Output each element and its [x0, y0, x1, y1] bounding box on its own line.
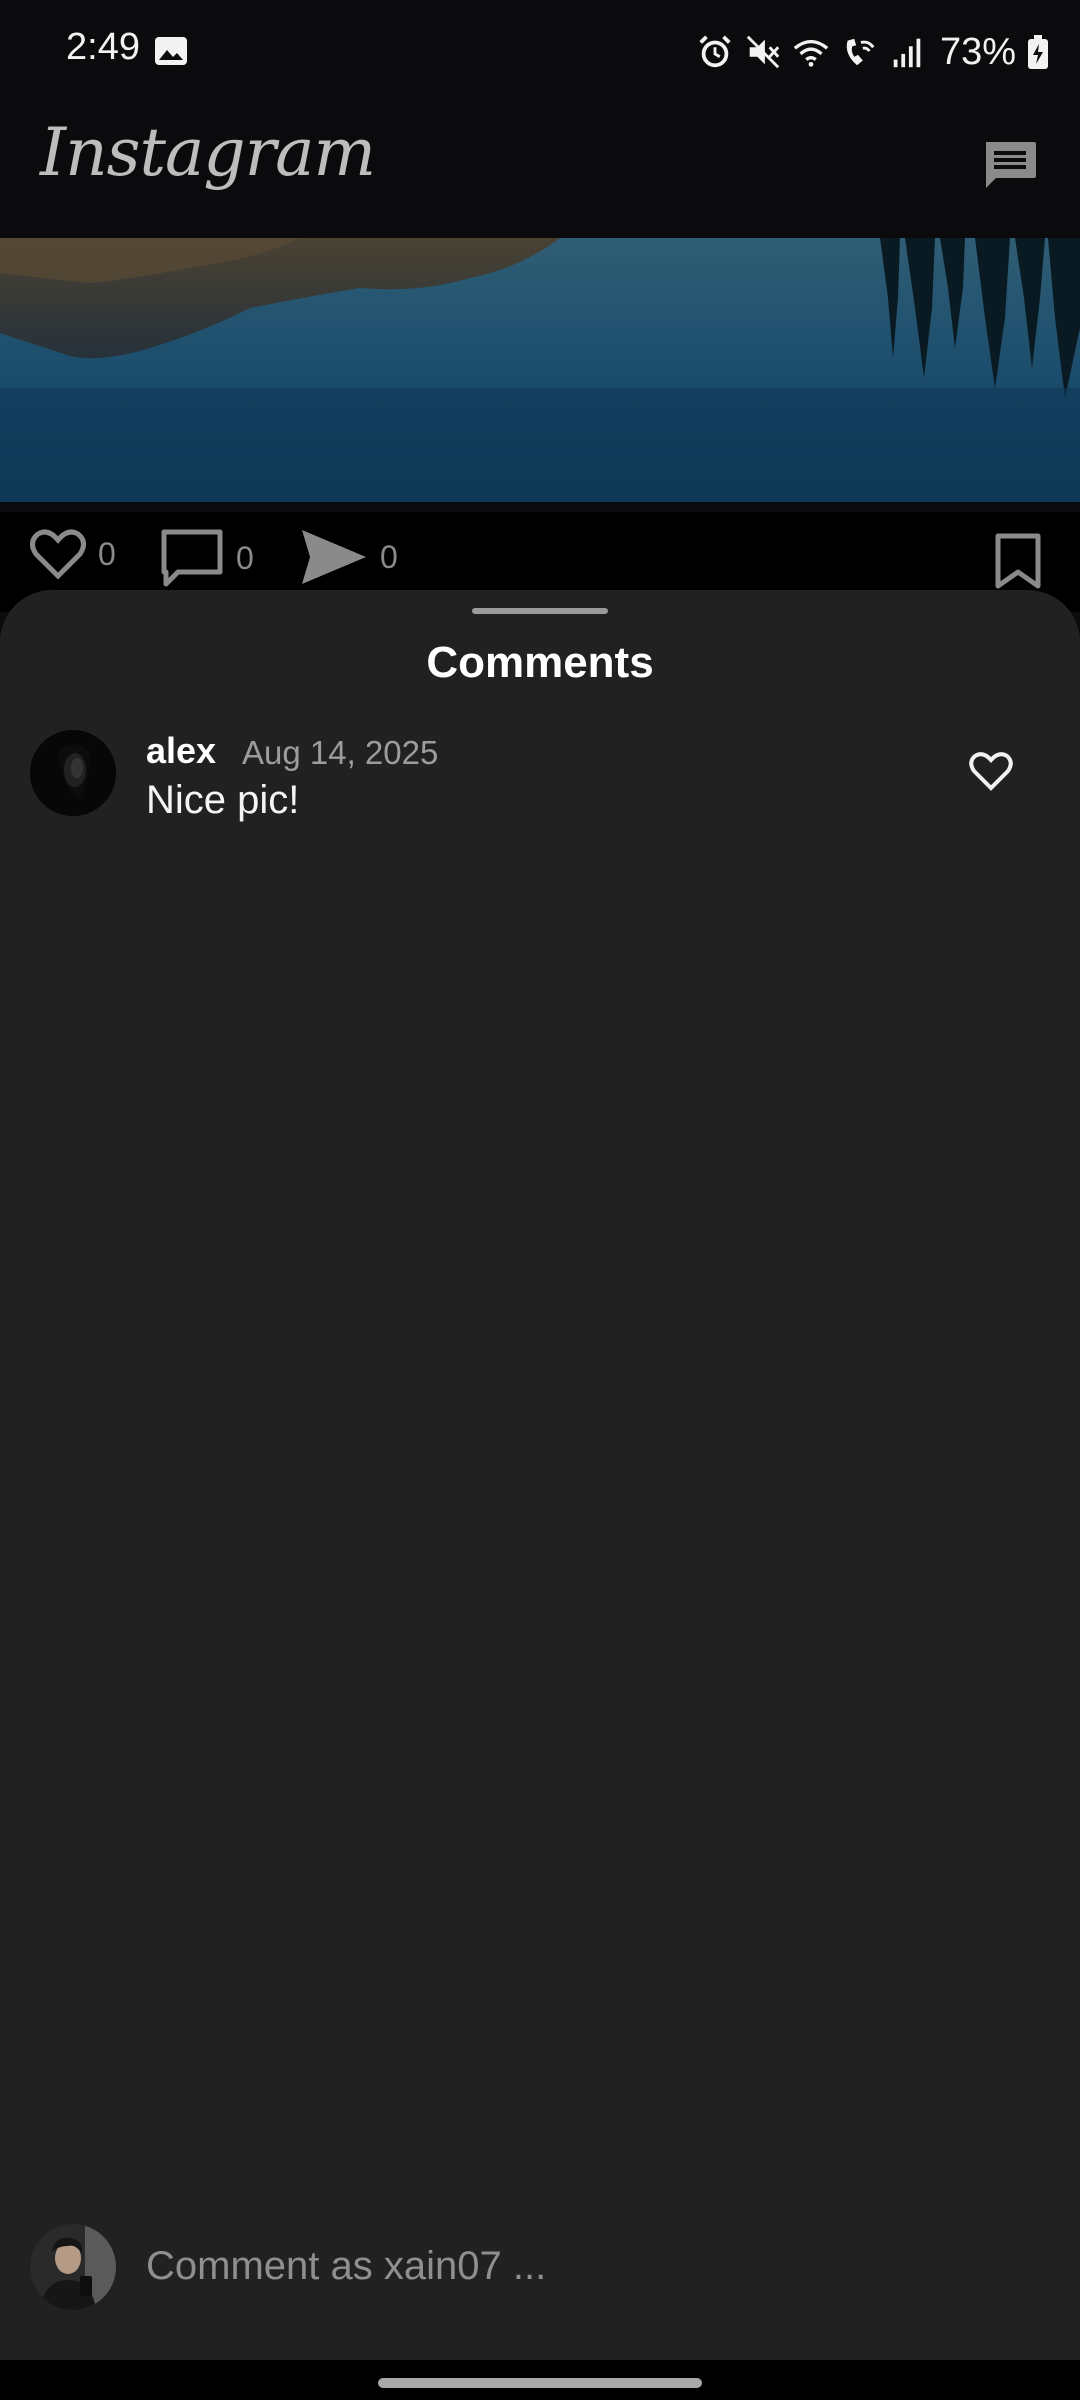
comments-sheet: Comments alex Aug 14, 2025 Nice pic!: [0, 590, 1080, 2400]
gallery-icon: [155, 37, 187, 65]
wifi-calling-icon: [846, 38, 875, 66]
system-nav-bar: [0, 2360, 1080, 2400]
avatar[interactable]: [30, 730, 116, 816]
my-avatar: [30, 2224, 116, 2310]
sheet-title: Comments: [426, 638, 654, 687]
heart-outline-icon: [30, 529, 86, 580]
comment-action[interactable]: 0: [160, 528, 254, 588]
comment-date: Aug 14, 2025: [242, 734, 439, 771]
screen: 2:49 73% Instagram 0 0 0 Comments alex A…: [0, 0, 1080, 2400]
my-avatar-image: [30, 2224, 116, 2310]
comment-item: alex Aug 14, 2025 Nice pic!: [0, 730, 1080, 840]
alarm-icon: [699, 35, 731, 68]
app-header: Instagram: [0, 104, 1080, 238]
likes-count: 0: [98, 535, 116, 572]
signal-icon: [893, 38, 921, 68]
heart-icon[interactable]: [968, 750, 1014, 792]
comment-input[interactable]: [146, 2236, 1026, 2296]
comment-username[interactable]: alex: [146, 730, 216, 772]
battery-charging-icon: [1028, 35, 1048, 69]
send-icon: [302, 530, 366, 584]
avatar-image: [30, 730, 116, 816]
sheet-drag-handle[interactable]: [472, 608, 608, 614]
bookmark-icon[interactable]: [994, 532, 1042, 590]
status-icons: 73%: [696, 30, 1050, 74]
battery-percent: 73%: [939, 30, 1016, 73]
comments-count: 0: [236, 539, 254, 576]
instagram-logo: Instagram: [40, 114, 376, 191]
shares-count: 0: [380, 538, 398, 575]
share-action[interactable]: 0: [300, 528, 398, 586]
comment-outline-icon: [161, 529, 223, 587]
gesture-handle[interactable]: [378, 2378, 702, 2388]
chat-icon[interactable]: [980, 136, 1040, 196]
landscape-image: [0, 238, 1080, 502]
like-action[interactable]: 0: [30, 528, 116, 580]
status-time: 2:49: [66, 26, 140, 68]
status-bar: 2:49 73%: [0, 0, 1080, 104]
comment-input-bar: [0, 2214, 1080, 2324]
comment-text: Nice pic!: [146, 778, 300, 822]
mute-icon: [746, 35, 780, 69]
post-image[interactable]: [0, 238, 1080, 502]
wifi-icon: [793, 39, 829, 67]
